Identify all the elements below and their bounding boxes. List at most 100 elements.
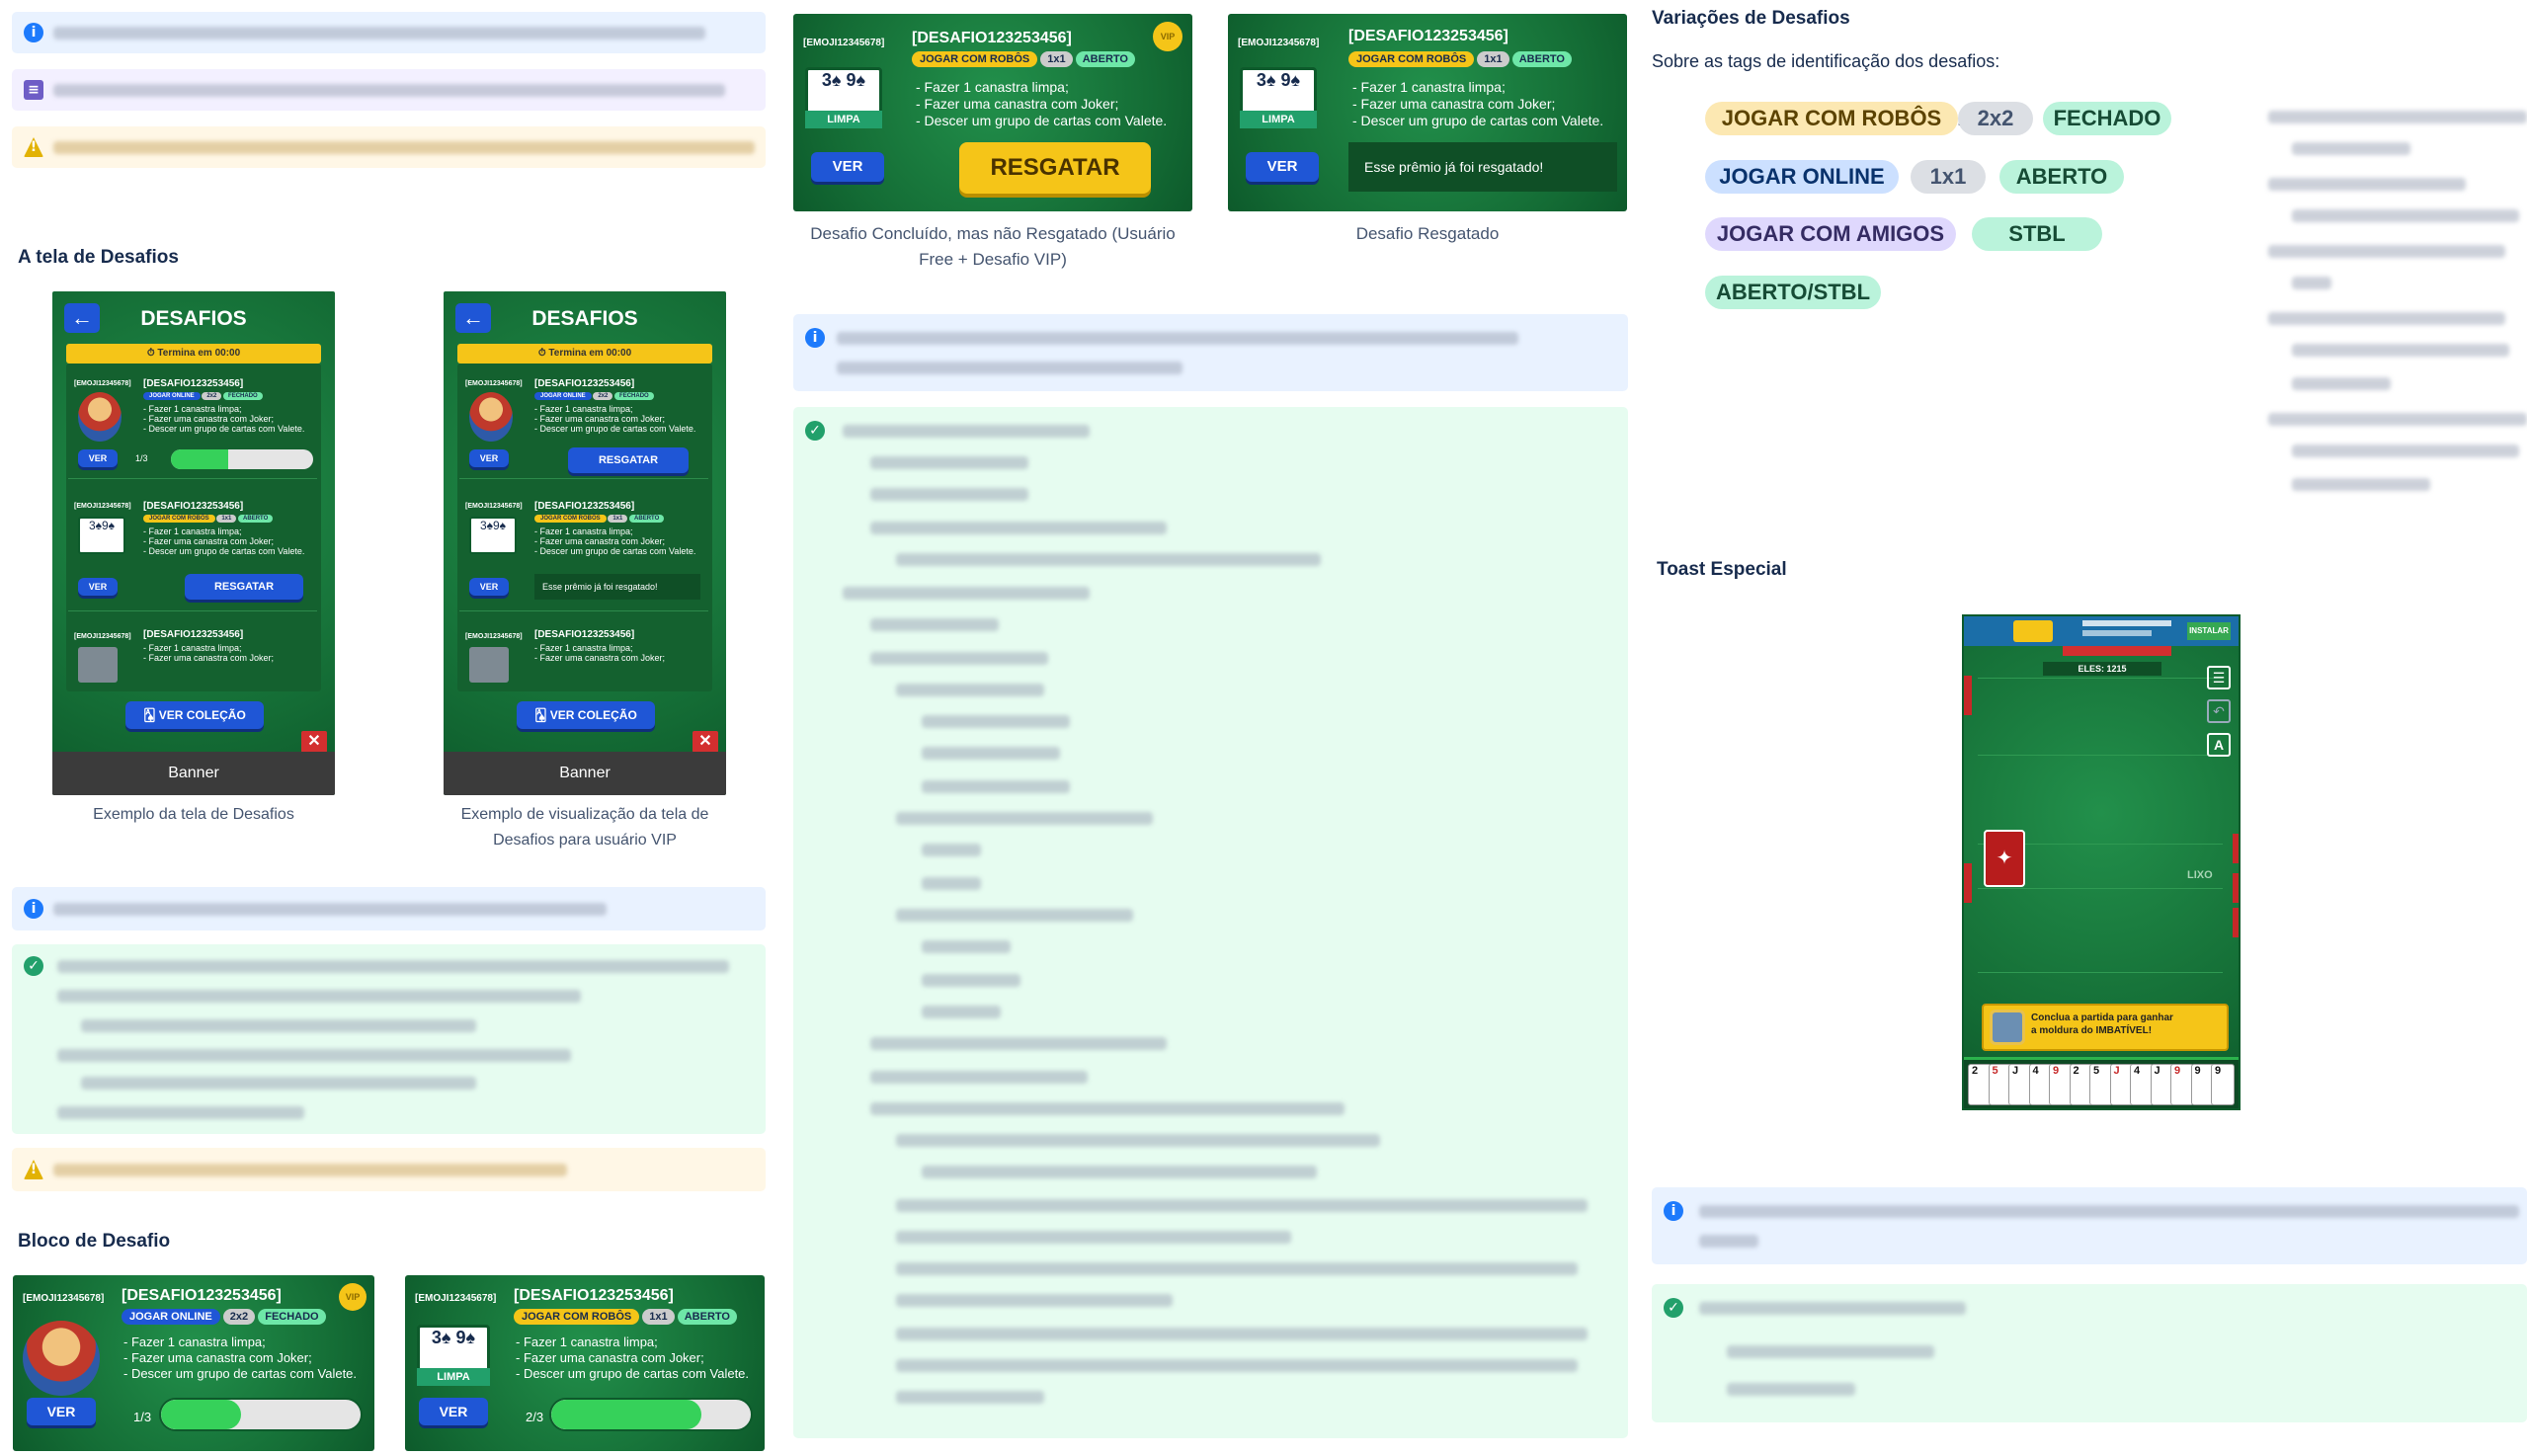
ver-button[interactable]: VER	[469, 578, 509, 596]
ver-button[interactable]: VER	[469, 449, 509, 467]
check-icon: ✓	[805, 421, 825, 441]
close-icon[interactable]: ✕	[693, 731, 718, 753]
limpa-label: LIMPA	[805, 111, 882, 128]
mini-block-2: [EMOJI12345678] [DESAFIO123253456] 3♠9♠ …	[459, 493, 708, 611]
ver-button[interactable]: VER	[1246, 152, 1319, 182]
info-panel-mid: i	[12, 887, 766, 930]
tags: JOGAR COM ROBÔS 1x1 ABERTO	[514, 1309, 737, 1325]
note-panel-top: ≡	[12, 69, 766, 111]
tag-jogar-com-amigos: JOGAR COM AMIGOS	[1705, 217, 1956, 251]
caption-default-screen: Exemplo da tela de Desafios	[93, 806, 294, 823]
challenge-name: [DESAFIO123253456]	[912, 30, 1072, 46]
cards-image: 3♠9♠	[78, 517, 125, 554]
phone-mockup-default: ← DESAFIOS ⏱ Termina em 00:00 [EMOJI1234…	[52, 291, 335, 795]
banner: Banner	[444, 752, 726, 795]
lixo-label: LIXO	[2187, 869, 2213, 881]
toast-line-2: a moldura do IMBATÍVEL!	[2031, 1025, 2153, 1036]
ver-colecao-button[interactable]: 🂡 VER COLEÇÃO	[125, 701, 264, 729]
rules-text: - Fazer 1 canastra limpa; - Fazer uma can…	[516, 1335, 750, 1381]
tag-stbl: STBL	[1972, 217, 2102, 251]
section-title-bloco: Bloco de Desafio	[18, 1231, 171, 1252]
tag-2x2-pill: 2x2	[1958, 102, 2033, 135]
note-icon: ≡	[24, 80, 43, 100]
challenge-block-online: [EMOJI12345678] [DESAFIO123253456] VIP J…	[13, 1275, 374, 1451]
mini-block-1: [EMOJI12345678] [DESAFIO123253456] JOGAR…	[68, 370, 317, 479]
ver-button[interactable]: VER	[27, 1398, 96, 1425]
ver-colecao-button[interactable]: 🂡 VER COLEÇÃO	[517, 701, 655, 729]
ver-button[interactable]: VER	[419, 1398, 488, 1425]
variations-subtitle: Sobre as tags de identificação dos desaf…	[1652, 51, 2000, 71]
resgatar-button[interactable]: RESGATAR	[568, 447, 689, 473]
tags: JOGAR ONLINE 2x2 FECHADO	[122, 1309, 326, 1325]
player-hand[interactable]: 25J4925J4J999	[1964, 1057, 2239, 1108]
ad-banner[interactable]: INSTALAR	[1964, 616, 2239, 646]
toast-line-1: Conclua a partida para ganhar	[2031, 1012, 2173, 1023]
cards-icon: 🂡	[534, 708, 550, 722]
info-icon: i	[805, 328, 825, 348]
score-label: ELES: 1215	[2043, 662, 2161, 676]
cards-icon: 🂡	[143, 708, 159, 722]
challenge-name: [DESAFIO123253456]	[122, 1287, 282, 1304]
tags: JOGAR COM ROBÔS 1x1 ABERTO	[1348, 51, 1572, 67]
resgatar-button[interactable]: RESGATAR	[185, 574, 303, 600]
banner: Banner	[52, 752, 335, 795]
a-button[interactable]: A	[2207, 733, 2231, 757]
success-panel-right: ✓	[1652, 1284, 2527, 1422]
rules-text: - Fazer 1 canastra limpa; - Fazer uma can…	[1352, 79, 1604, 128]
tag-fechado: FECHADO	[2043, 102, 2171, 135]
tag-jogar-com-robos: JOGAR COM ROBÔS	[1705, 102, 1958, 135]
deck-card[interactable]: ✦	[1984, 830, 2025, 887]
clock-icon: ⏱	[146, 348, 158, 359]
mascot-image	[23, 1321, 100, 1396]
progress-label: 2/3	[526, 1410, 544, 1424]
phone-mockup-vip: ← DESAFIOS ⏱ Termina em 00:00 [EMOJI1234…	[444, 291, 726, 795]
progress-label: 1/3	[133, 1410, 152, 1424]
info-panel-top: i	[12, 12, 766, 53]
challenge-block-unclaimed: [EMOJI12345678] [DESAFIO123253456] VIP 3…	[793, 14, 1192, 211]
section-title-tela: A tela de Desafios	[18, 247, 179, 268]
ver-button[interactable]: VER	[78, 578, 118, 596]
blurred-notes	[2262, 99, 2527, 514]
ends-label: Termina em 00:00	[548, 348, 632, 359]
warning-panel-top: !	[12, 126, 766, 168]
emoji-id: [EMOJI12345678]	[1238, 38, 1320, 48]
menu-icon[interactable]: ☰	[2207, 666, 2231, 689]
emoji-id: [EMOJI12345678]	[74, 380, 131, 387]
limpa-label: LIMPA	[1240, 111, 1317, 128]
resgatar-button[interactable]: RESGATAR	[959, 142, 1151, 194]
ends-bar: ⏱ Termina em 00:00	[457, 344, 712, 364]
install-button[interactable]: INSTALAR	[2187, 622, 2231, 640]
hand-card[interactable]: 9	[2211, 1064, 2235, 1105]
emoji-id: [EMOJI12345678]	[803, 38, 885, 48]
warning-icon: !	[24, 137, 43, 157]
mini-block-3: [EMOJI12345678] [DESAFIO123253456] - Faz…	[68, 623, 317, 688]
undo-icon[interactable]: ↶	[2207, 699, 2231, 723]
mini-block-3: [EMOJI12345678] [DESAFIO123253456] - Faz…	[459, 623, 708, 688]
variations-title: Variações de Desafios	[1652, 8, 1850, 29]
rules-text: - Fazer 1 canastra limpa; - Fazer uma can…	[916, 79, 1168, 128]
challenge-block-claimed: [EMOJI12345678] [DESAFIO123253456] 3♠ 9♠…	[1228, 14, 1627, 211]
success-panel-left: ✓	[12, 944, 766, 1134]
tag-aberto-stbl: ABERTO/STBL	[1705, 276, 1881, 309]
game-screenshot: INSTALAR ELES: 1215 ☰ ↶ A ✦ LIXO Conclua…	[1962, 614, 2241, 1110]
warning-panel-left: !	[12, 1148, 766, 1191]
warning-icon: !	[24, 1160, 43, 1179]
ends-label: Termina em 00:00	[157, 348, 241, 359]
vip-badge-icon: VIP	[339, 1283, 367, 1311]
info-icon: i	[24, 23, 43, 42]
challenge-name: [DESAFIO123253456]	[1348, 28, 1508, 44]
mini-block-2: [EMOJI12345678] [DESAFIO123253456] 3♠9♠ …	[68, 493, 317, 611]
rules-text: - Fazer 1 canastra limpa; - Fazer uma can…	[123, 1335, 358, 1381]
ver-colecao-label: VER COLEÇÃO	[158, 708, 246, 722]
limpa-label: LIMPA	[417, 1368, 490, 1386]
frame-icon	[1990, 1010, 2025, 1045]
ver-button[interactable]: VER	[78, 449, 118, 467]
info-icon: i	[1664, 1201, 1683, 1221]
phone-title: DESAFIOS	[140, 307, 247, 330]
info-panel-right: i	[1652, 1187, 2527, 1264]
clock-icon: ⏱	[537, 348, 549, 359]
ver-button[interactable]: VER	[811, 152, 884, 182]
close-icon[interactable]: ✕	[301, 731, 327, 753]
special-toast: Conclua a partida para ganhar a moldura d…	[1982, 1004, 2229, 1051]
vip-badge-icon: VIP	[1153, 22, 1182, 51]
